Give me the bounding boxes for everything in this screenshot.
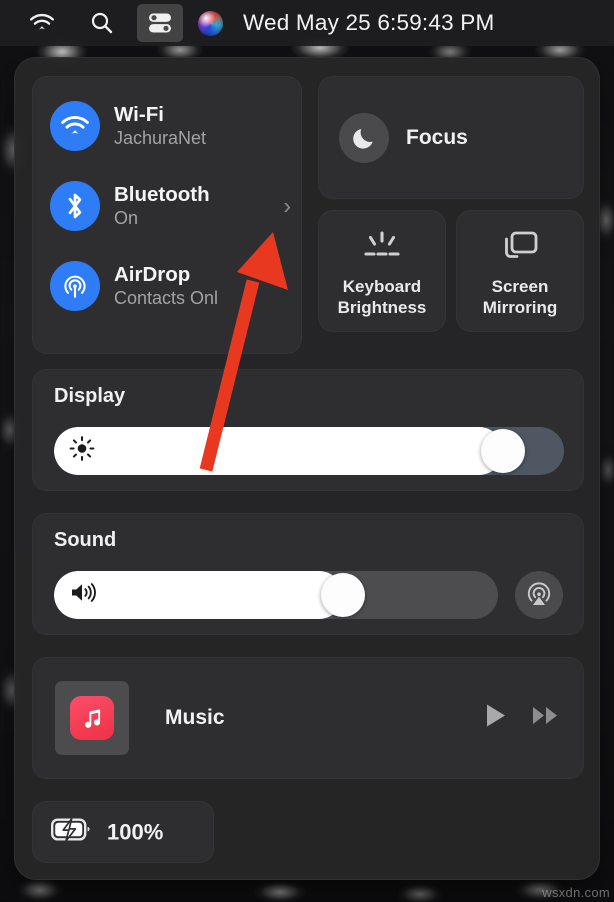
- display-brightness-slider[interactable]: [54, 427, 564, 475]
- speaker-icon: [69, 581, 99, 610]
- bluetooth-row[interactable]: Bluetooth On ›: [50, 174, 302, 238]
- music-app-icon: [70, 696, 114, 740]
- bluetooth-text: Bluetooth On: [114, 183, 210, 230]
- music-controls: [483, 702, 561, 735]
- wifi-text: Wi-Fi JachuraNet: [114, 103, 206, 150]
- sound-title: Sound: [54, 529, 117, 551]
- search-icon[interactable]: [79, 4, 125, 42]
- battery-charging-icon: [51, 818, 93, 847]
- screen-mirroring-tile[interactable]: Screen Mirroring: [456, 210, 584, 332]
- airdrop-row[interactable]: AirDrop Contacts Onl: [50, 254, 302, 318]
- display-title: Display: [54, 385, 126, 407]
- watermark: wsxdn.com: [542, 885, 610, 900]
- brightness-icon: [69, 436, 95, 467]
- bluetooth-icon[interactable]: [50, 181, 100, 231]
- keyboard-brightness-label: Keyboard Brightness: [338, 276, 427, 318]
- sound-slider-knob[interactable]: [321, 573, 365, 617]
- airdrop-title: AirDrop: [114, 262, 191, 286]
- wifi-title: Wi-Fi: [114, 102, 164, 126]
- siri-icon[interactable]: [193, 4, 227, 42]
- play-icon[interactable]: [483, 702, 509, 735]
- wifi-row[interactable]: Wi-Fi JachuraNet: [50, 94, 302, 158]
- wifi-icon[interactable]: [19, 4, 65, 42]
- airplay-audio-icon[interactable]: [515, 571, 563, 619]
- menu-bar: Wed May 25 6:59:43 PM: [0, 0, 614, 46]
- moon-icon[interactable]: [339, 112, 389, 163]
- menu-bar-clock[interactable]: Wed May 25 6:59:43 PM: [243, 10, 494, 36]
- screen-mirroring-label: Screen Mirroring: [483, 276, 558, 318]
- display-card: Display: [32, 369, 584, 491]
- tile-label-line1: Keyboard: [342, 276, 422, 296]
- sound-volume-slider[interactable]: [54, 571, 498, 619]
- music-card: Music: [32, 657, 584, 779]
- airdrop-icon[interactable]: [50, 261, 100, 311]
- focus-inner: Focus: [339, 112, 468, 163]
- tile-label-line2: Mirroring: [482, 297, 558, 317]
- screen-mirroring-icon: [499, 225, 541, 267]
- connectivity-card: Wi-Fi JachuraNet Bluetooth On › AirDrop …: [32, 76, 302, 354]
- music-album-art[interactable]: [55, 681, 129, 755]
- control-center-icon[interactable]: [137, 4, 183, 42]
- focus-label: Focus: [406, 125, 468, 149]
- battery-inner: 100%: [51, 818, 163, 847]
- tile-label-line2: Brightness: [337, 297, 427, 317]
- airdrop-text: AirDrop Contacts Onl: [114, 263, 218, 310]
- bluetooth-title: Bluetooth: [114, 182, 210, 206]
- keyboard-brightness-tile[interactable]: Keyboard Brightness: [318, 210, 446, 332]
- chevron-right-icon[interactable]: ›: [283, 193, 291, 220]
- display-slider-knob[interactable]: [481, 429, 525, 473]
- focus-card[interactable]: Focus: [318, 76, 584, 199]
- battery-percentage: 100%: [107, 819, 164, 844]
- bluetooth-status: On: [114, 207, 139, 228]
- siri-orb: [197, 10, 223, 36]
- fast-forward-icon[interactable]: [531, 702, 561, 735]
- music-title: Music: [165, 706, 225, 729]
- wifi-icon[interactable]: [50, 101, 100, 151]
- battery-card[interactable]: 100%: [32, 801, 214, 863]
- control-center-panel: Wi-Fi JachuraNet Bluetooth On › AirDrop …: [14, 57, 600, 880]
- wifi-network-name: JachuraNet: [114, 127, 207, 148]
- sound-card: Sound: [32, 513, 584, 635]
- airdrop-status: Contacts Onl: [114, 287, 219, 308]
- display-slider-fill: [54, 427, 503, 475]
- keyboard-brightness-icon: [358, 225, 406, 267]
- tile-label-line1: Screen: [491, 276, 549, 296]
